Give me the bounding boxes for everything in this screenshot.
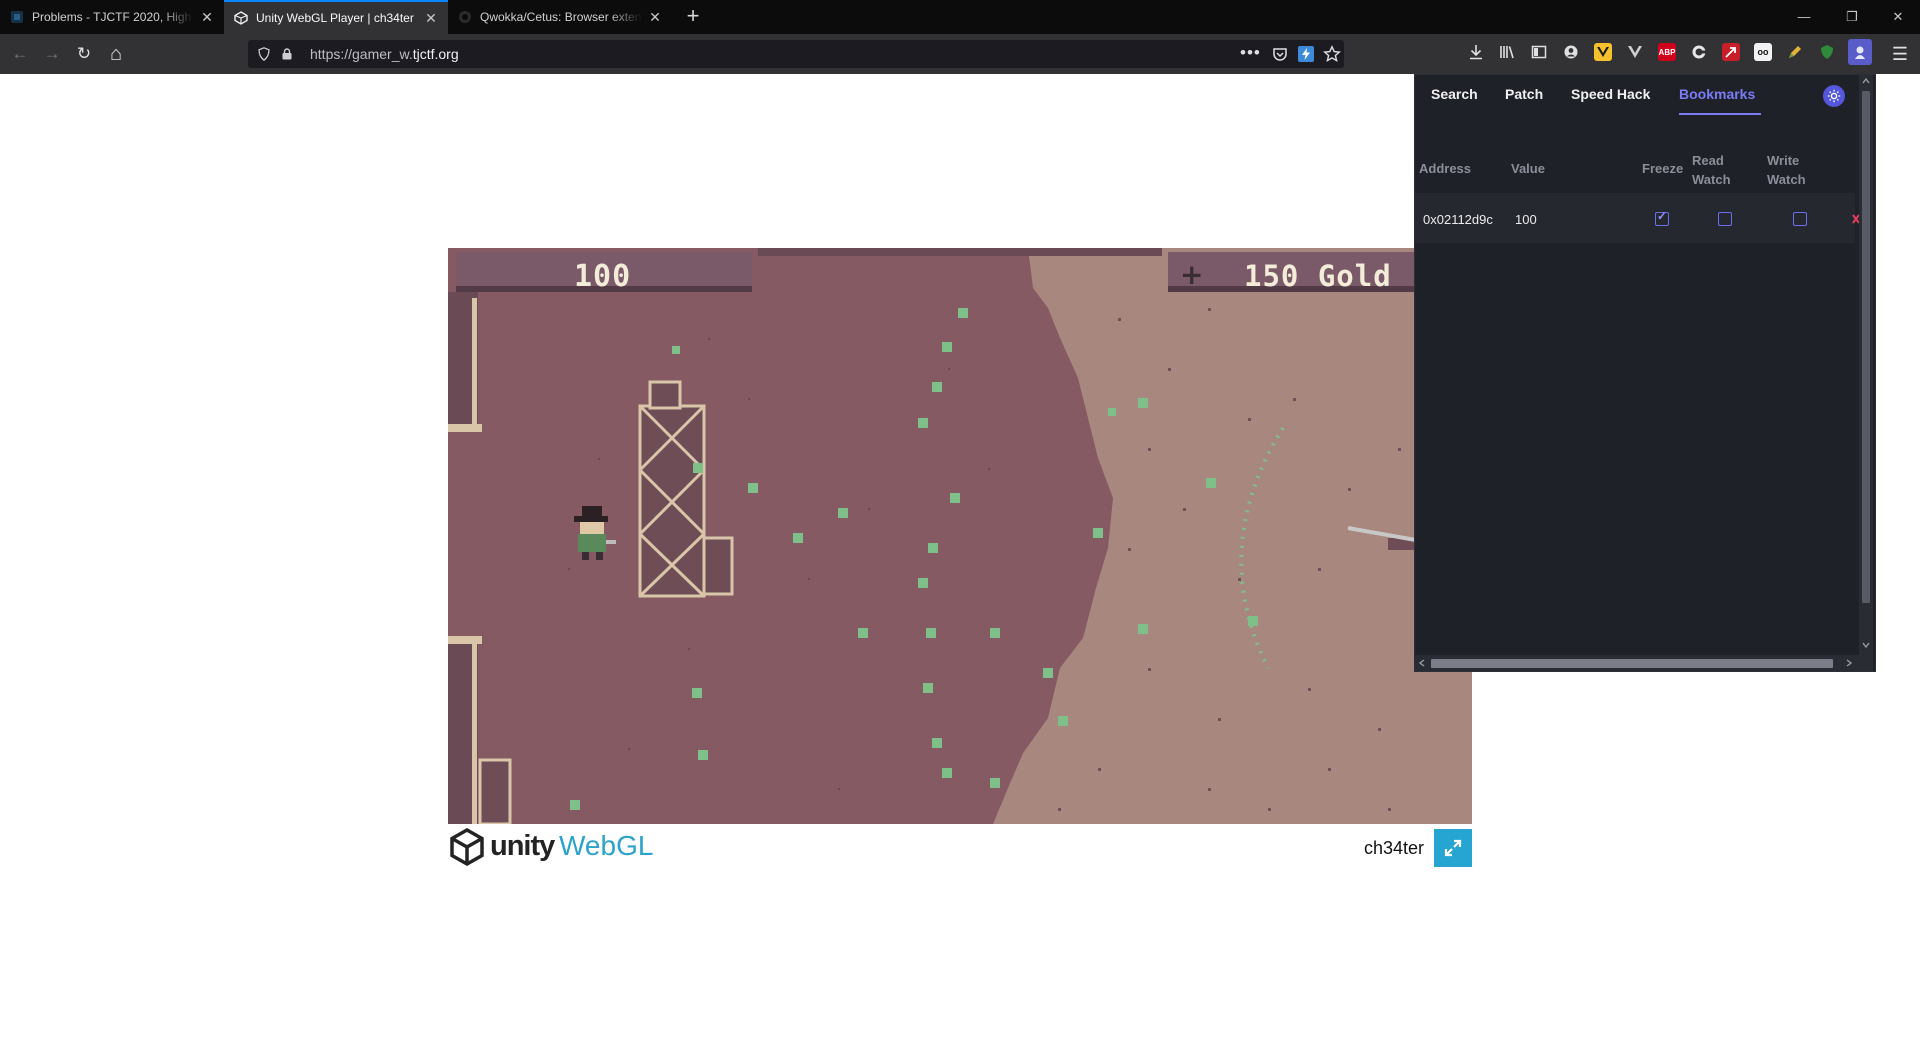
sun-icon (1827, 89, 1841, 103)
unity-logo-icon (450, 828, 484, 866)
forward-button[interactable]: → (40, 42, 64, 66)
sync-extension-icon[interactable] (1690, 43, 1708, 61)
url-text[interactable]: https://gamer_w.tjctf.org (310, 46, 459, 62)
tab-close-icon[interactable]: ✕ (648, 9, 662, 26)
bookmark-star-icon[interactable] (1323, 45, 1341, 63)
sidebar-icon[interactable] (1529, 42, 1549, 62)
lock-icon[interactable] (281, 48, 293, 60)
abp-label: ABP (1658, 47, 1676, 57)
freeze-checkbox[interactable] (1655, 209, 1669, 226)
theme-toggle-button[interactable] (1823, 85, 1845, 107)
restore-button[interactable]: ❐ (1832, 6, 1872, 28)
tab-title: Unity WebGL Player | ch34ter (256, 11, 414, 25)
top-edge (758, 248, 1162, 256)
write-watch-checkbox[interactable] (1793, 212, 1807, 226)
new-tab-button[interactable]: + (680, 4, 706, 30)
pencil-extension-icon[interactable] (1786, 43, 1804, 61)
tab-strip: Problems - TJCTF 2020, High Sc ✕ Unity W… (0, 0, 1920, 34)
bookmark-value[interactable]: 100 (1515, 212, 1537, 227)
tab-unity-player[interactable]: Unity WebGL Player | ch34ter ✕ (224, 0, 448, 34)
column-header-read-watch: Read Watch (1692, 153, 1731, 187)
tab-close-icon[interactable]: ✕ (424, 10, 438, 27)
tab-title: Problems - TJCTF 2020, High Sc (32, 10, 194, 24)
scroll-up-icon[interactable] (1861, 77, 1871, 85)
account-icon[interactable] (1561, 42, 1581, 62)
fullscreen-icon (1444, 839, 1462, 857)
scroll-left-icon[interactable] (1418, 658, 1426, 668)
bookmark-address: 0x02112d9c (1423, 212, 1493, 227)
scroll-right-icon[interactable] (1845, 658, 1853, 668)
download-helper-icon[interactable]: oo (1754, 43, 1772, 61)
unity-game-canvas[interactable]: 100 + 150 Gold (448, 248, 1472, 824)
library-icon[interactable] (1497, 42, 1517, 62)
tab-problems[interactable]: Problems - TJCTF 2020, High Sc ✕ (0, 0, 224, 34)
column-header-freeze: Freeze (1642, 161, 1684, 176)
read-watch-checkbox[interactable] (1718, 212, 1732, 226)
game-scene[interactable] (448, 248, 1472, 824)
tjctf-favicon-icon (11, 11, 23, 23)
url-bar[interactable]: https://gamer_w.tjctf.org ••• (248, 40, 1344, 68)
github-favicon-icon (459, 11, 471, 23)
vertical-scrollbar-thumb[interactable] (1862, 91, 1870, 603)
adblock-plus-icon[interactable]: ABP (1658, 43, 1676, 61)
column-header-write-watch: Write Watch (1767, 153, 1806, 187)
menu-button[interactable]: ☰ (1888, 42, 1912, 66)
tab-title: Qwokka/Cetus: Browser extens (480, 10, 642, 24)
hud-resource-value: 100 (574, 259, 632, 294)
green-shield-extension-icon[interactable] (1818, 43, 1836, 61)
minimize-button[interactable]: — (1784, 6, 1824, 28)
cetus-extension-icon[interactable] (1848, 39, 1872, 65)
vue-devtools-extension-icon[interactable] (1594, 43, 1612, 61)
tab-cetus-github[interactable]: Qwokka/Cetus: Browser extens ✕ (448, 0, 672, 34)
column-header-value: Value (1511, 161, 1545, 176)
webgl-text: WebGL (559, 830, 654, 861)
player-title: ch34ter (1364, 838, 1425, 858)
tracking-shield-icon[interactable] (258, 47, 270, 61)
url-prefix: https://gamer_w. (310, 46, 413, 62)
tab-speed-hack[interactable]: Speed Hack (1571, 86, 1650, 102)
horizontal-scrollbar-thumb[interactable] (1431, 659, 1833, 668)
bolt-extension-icon[interactable] (1298, 46, 1314, 62)
active-tab-indicator (1679, 113, 1761, 115)
remove-bookmark-icon[interactable] (1851, 212, 1859, 226)
page-actions-button[interactable]: ••• (1240, 43, 1261, 63)
column-header-address: Address (1419, 161, 1472, 176)
tab-close-icon[interactable]: ✕ (200, 9, 214, 26)
hud-gold-cost: 150 Gold (1244, 259, 1392, 293)
redirect-extension-icon[interactable] (1722, 43, 1740, 61)
hud-resource-panel: 100 (456, 252, 752, 294)
url-domain: tjctf.org (412, 46, 459, 62)
close-window-button[interactable]: ✕ (1878, 6, 1918, 28)
home-button[interactable]: ⌂ (104, 42, 128, 66)
unity-brand-text: unity (490, 830, 555, 862)
tab-bookmarks[interactable]: Bookmarks (1679, 86, 1755, 102)
plus-icon: + (1180, 258, 1204, 291)
back-button[interactable]: ← (8, 42, 32, 66)
vuejs-extension-icon[interactable] (1626, 43, 1644, 61)
dl-label: oo (1757, 47, 1769, 57)
downloads-icon[interactable] (1466, 42, 1486, 62)
tab-search[interactable]: Search (1431, 86, 1478, 102)
pocket-icon[interactable] (1272, 46, 1288, 62)
tab-patch[interactable]: Patch (1505, 86, 1543, 102)
unity-footer: unity WebGL ch34ter (448, 826, 1472, 868)
fullscreen-button[interactable] (1434, 829, 1472, 867)
cetus-extension-panel: Search Patch Speed Hack Bookmarks Addres… (1414, 74, 1876, 672)
unity-favicon-icon (234, 11, 248, 25)
scroll-down-icon[interactable] (1861, 641, 1871, 649)
reload-button[interactable]: ↻ (72, 42, 96, 66)
